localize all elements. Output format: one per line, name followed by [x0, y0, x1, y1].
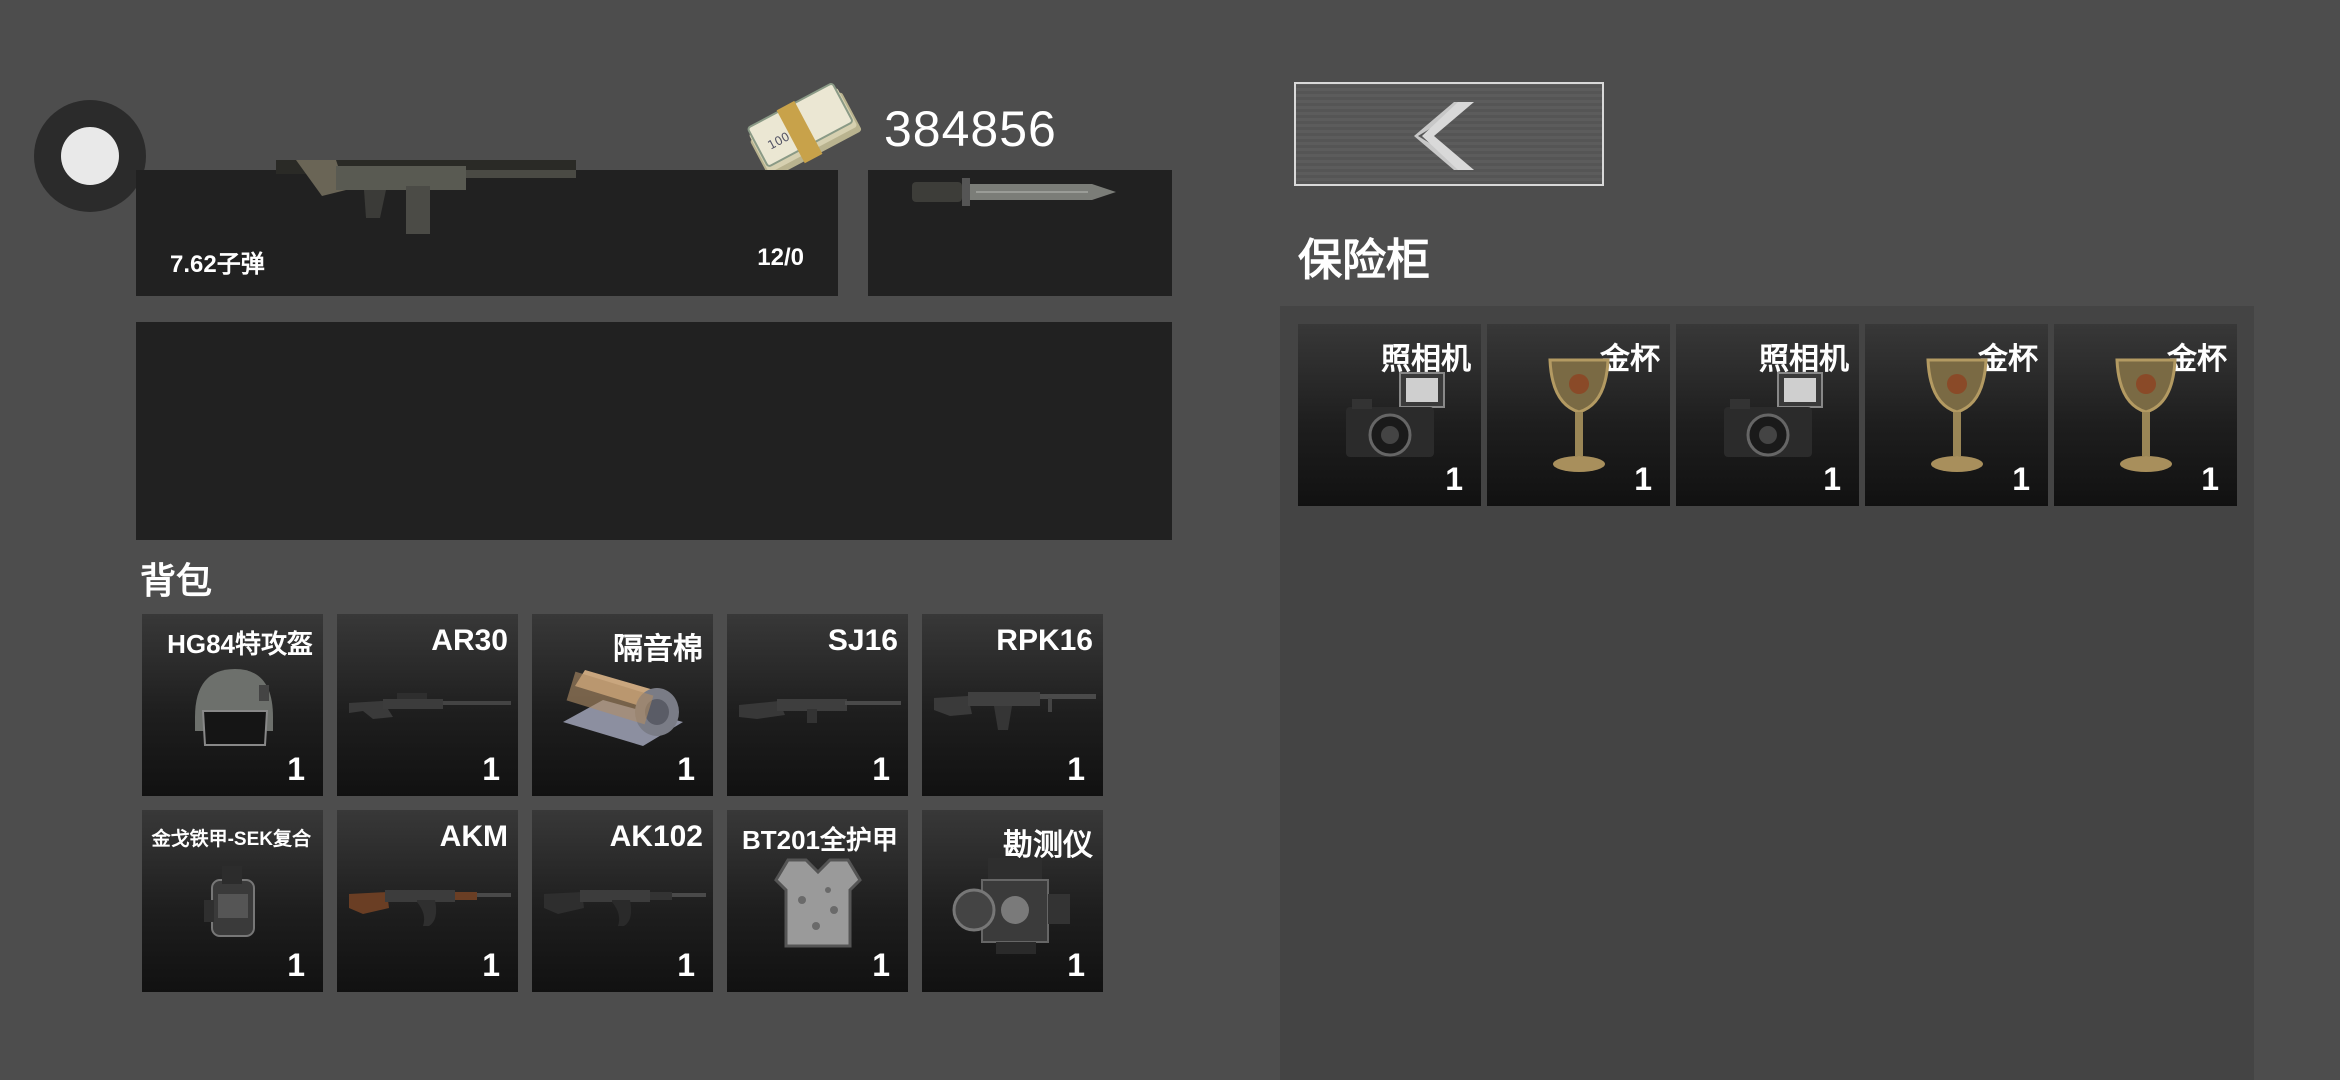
ak-rifle-icon [532, 850, 713, 960]
backpack-item[interactable]: HG84特攻盔 1 [142, 614, 323, 796]
item-quantity: 1 [872, 947, 890, 983]
backpack-item[interactable]: AR30 1 [337, 614, 518, 796]
backpack-item[interactable]: AK102 1 [532, 810, 713, 992]
safe-grid: 照相机 1 金杯 1 照相机 1 金杯 1 金杯 1 [1298, 324, 2237, 506]
ammo-type-label: 7.62子弹 [170, 251, 265, 278]
item-quantity: 1 [677, 751, 695, 787]
survey-instrument-icon [922, 850, 1103, 960]
item-name: RPK16 [996, 624, 1093, 657]
back-button[interactable] [1294, 82, 1604, 186]
item-quantity: 1 [677, 947, 695, 983]
item-quantity: 1 [1823, 461, 1841, 497]
item-quantity: 1 [1067, 751, 1085, 787]
item-name: 金戈铁甲-SEK复合 [151, 829, 311, 850]
item-quantity: 1 [2012, 461, 2030, 497]
safe-title: 保险柜 [1298, 236, 1430, 285]
equipment-empty-panel [136, 322, 1172, 540]
money-amount: 384856 [884, 101, 1057, 157]
item-name: AKM [439, 820, 508, 853]
golden-cup-icon [1865, 358, 2048, 474]
backpack-item[interactable]: 隔音棉 1 [532, 614, 713, 796]
item-quantity: 1 [872, 751, 890, 787]
safe-item[interactable]: 金杯 1 [2054, 324, 2237, 506]
golden-cup-icon [2054, 358, 2237, 474]
item-quantity: 1 [287, 947, 305, 983]
joystick-icon [61, 127, 119, 185]
backpack-item[interactable]: 勘测仪 1 [922, 810, 1103, 992]
safe-item[interactable]: 金杯 1 [1865, 324, 2048, 506]
backpack-title: 背包 [140, 560, 213, 601]
camera-icon [1298, 364, 1481, 474]
sniper-rifle-icon [337, 654, 518, 764]
golden-cup-icon [1487, 358, 1670, 474]
safe-item[interactable]: 照相机 1 [1298, 324, 1481, 506]
backpack-item[interactable]: AKM 1 [337, 810, 518, 992]
rifle-icon [727, 654, 908, 764]
item-quantity: 1 [287, 751, 305, 787]
camera-icon [1676, 364, 1859, 474]
armor-vest-icon [142, 850, 323, 960]
joystick-button[interactable] [34, 100, 146, 212]
item-quantity: 1 [1445, 461, 1463, 497]
backpack-item[interactable]: SJ16 1 [727, 614, 908, 796]
item-quantity: 1 [482, 751, 500, 787]
backpack-item[interactable]: BT201全护甲 1 [727, 810, 908, 992]
item-name: SJ16 [827, 624, 898, 657]
item-quantity: 1 [1067, 947, 1085, 983]
backpack-item[interactable]: RPK16 1 [922, 614, 1103, 796]
ammo-count: 12/0 [757, 244, 804, 271]
safe-item[interactable]: 金杯 1 [1487, 324, 1670, 506]
item-name: AR30 [431, 624, 508, 657]
primary-weapon-slot[interactable]: 7.62子弹 12/0 [136, 160, 838, 296]
item-quantity: 1 [1634, 461, 1652, 497]
item-name: AK102 [609, 820, 703, 853]
bayonet-knife-icon [912, 178, 1116, 206]
backpack-item[interactable]: 金戈铁甲-SEK复合 1 [142, 810, 323, 992]
backpack-grid: HG84特攻盔 1 AR30 1 隔音棉 1 SJ16 1 RPK16 1 金戈… [142, 614, 1103, 992]
machine-gun-icon [922, 654, 1103, 764]
rifle-icon [276, 160, 576, 234]
ak-rifle-icon [337, 850, 518, 960]
chevron-left-icon [1414, 102, 1474, 170]
item-quantity: 1 [482, 947, 500, 983]
secondary-weapon-slot[interactable] [868, 170, 1172, 296]
foam-roll-icon [532, 654, 713, 764]
item-quantity: 1 [2201, 461, 2219, 497]
body-armor-icon [727, 850, 908, 960]
helmet-icon [142, 654, 323, 764]
safe-item[interactable]: 照相机 1 [1676, 324, 1859, 506]
